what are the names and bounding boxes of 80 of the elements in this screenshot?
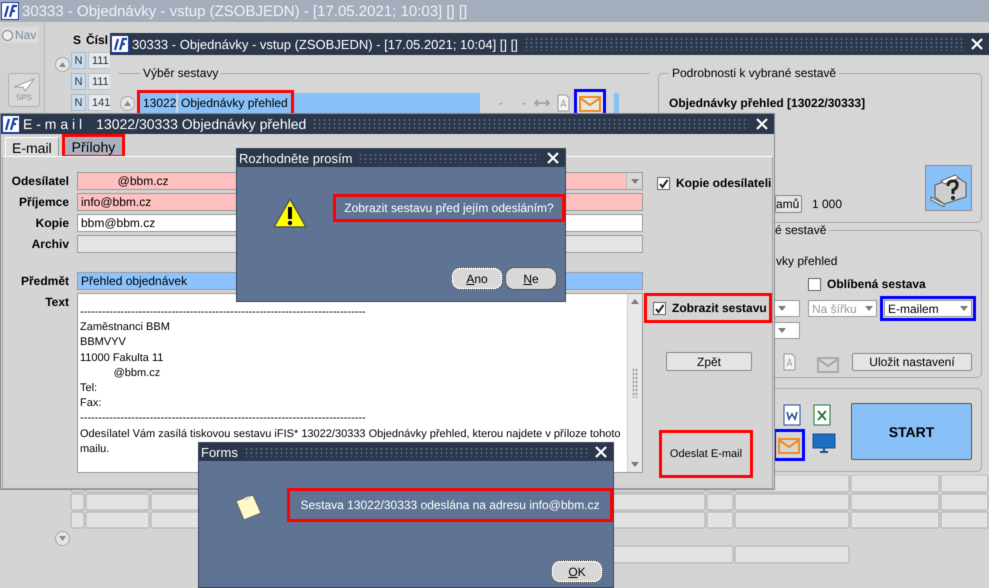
scroll-grip[interactable] [632, 368, 638, 398]
checkbox-label: Zobrazit sestavu [672, 301, 767, 315]
scrollbar[interactable] [627, 294, 642, 472]
window-title: 30333 - Objednávky - vstup (ZSOBJEDN) - [17.05.2021; 10:03] [] [] [22, 2, 468, 20]
dropdown-arrow-icon [865, 306, 873, 311]
start-button[interactable]: START [851, 403, 972, 460]
table-cell-text: - [498, 96, 503, 110]
field-label: Archiv [30, 236, 69, 253]
window-title-prefix: E - m a i l [23, 116, 82, 132]
down-arrow-icon[interactable] [631, 462, 639, 467]
window-title: Rozhodněte prosím [238, 150, 352, 166]
button[interactable]: Ne [505, 267, 557, 290]
table-cell: N [71, 94, 86, 111]
window-title: 13022/30333 Objednávky přehled [96, 116, 306, 132]
dialog-message: Zobrazit sestavu před jejím odesláním? [344, 201, 554, 215]
monitor-icon[interactable] [812, 432, 836, 454]
dropdown-arrow-icon [778, 328, 786, 333]
button[interactable]: Zpět [666, 352, 752, 371]
app-logo-icon [111, 35, 129, 53]
field-label: Příjemce [18, 194, 69, 211]
scroll-up-button[interactable] [120, 96, 135, 110]
checkbox-label: Kopie odesílateli [676, 176, 772, 190]
button[interactable]: Ano [451, 267, 503, 290]
checkbox-label: Oblíbená sestava [827, 277, 926, 291]
field-label: Předmět [20, 273, 69, 290]
tab[interactable]: Přílohy [64, 137, 122, 155]
dropdown-arrow-icon [630, 178, 638, 184]
button[interactable]: amů [775, 195, 802, 213]
table-cell-text: - [520, 96, 526, 110]
dropdown[interactable]: E-mailem [884, 300, 972, 317]
scroll-down-button[interactable] [55, 531, 70, 546]
checkbox[interactable] [657, 176, 670, 190]
table-cell[interactable]: Objednávky přehled [178, 93, 291, 113]
pdf-icon[interactable] [783, 353, 796, 371]
scroll-up-button[interactable] [55, 57, 70, 72]
dropdown-arrow-icon [960, 306, 968, 311]
spreadsheet-icon[interactable] [812, 404, 832, 426]
report-title: Objednávky přehled [13022/30333] [669, 96, 866, 110]
close-icon[interactable] [755, 117, 769, 131]
column-header: Čísl [86, 33, 108, 47]
warning-icon [273, 197, 307, 229]
column-header: S [73, 33, 82, 47]
document-icon[interactable] [782, 404, 802, 426]
group-label: é sestavě [772, 223, 830, 237]
tab[interactable]: E-mail [5, 137, 59, 157]
table-cell: N [71, 52, 86, 69]
field-label: Kopie [34, 215, 69, 232]
dialog-message: Sestava 13022/30333 odeslána na adresu info@bbm.cz [300, 498, 600, 512]
paper-plane-icon [13, 78, 35, 92]
double-arrow-icon[interactable] [534, 98, 550, 108]
app-logo-icon [1, 2, 19, 20]
checkbox[interactable] [808, 278, 821, 290]
up-arrow-icon[interactable] [631, 299, 639, 304]
dropdown[interactable] [775, 300, 800, 317]
window-title: 30333 - Objednávky - vstup (ZSOBJEDN) - [17.05.2021; 10:04] [] [] [132, 36, 518, 52]
checkbox[interactable] [653, 302, 666, 314]
save-settings-button[interactable]: Uložit nastavení [852, 353, 972, 371]
close-icon[interactable] [546, 151, 560, 165]
table-cell[interactable]: 13022 [140, 93, 176, 113]
report-name: vky přehled [776, 254, 838, 268]
group-label: Výběr sestavy [140, 66, 222, 80]
button[interactable]: OK [551, 560, 603, 583]
note-icon [233, 493, 263, 523]
app-logo-icon [2, 115, 20, 133]
pdf-icon[interactable] [556, 94, 570, 112]
field-label: Odesílatel [10, 173, 69, 190]
printer-help-button[interactable] [925, 165, 972, 211]
dropdown-arrow-icon [778, 306, 786, 311]
group-label: Podrobnosti k vybrané sestavě [669, 66, 840, 80]
window-title: Forms [200, 444, 238, 460]
envelope-icon[interactable] [578, 94, 601, 112]
radio-label: Nav [15, 28, 36, 42]
row-highlight [614, 93, 619, 113]
table-cell: N [71, 73, 86, 90]
close-icon[interactable] [594, 445, 608, 459]
radio-button[interactable] [2, 30, 13, 40]
dropdown[interactable] [775, 322, 800, 339]
close-icon[interactable] [970, 37, 984, 51]
field-label: Text [44, 294, 69, 311]
record-count: 1 000 [812, 197, 842, 211]
